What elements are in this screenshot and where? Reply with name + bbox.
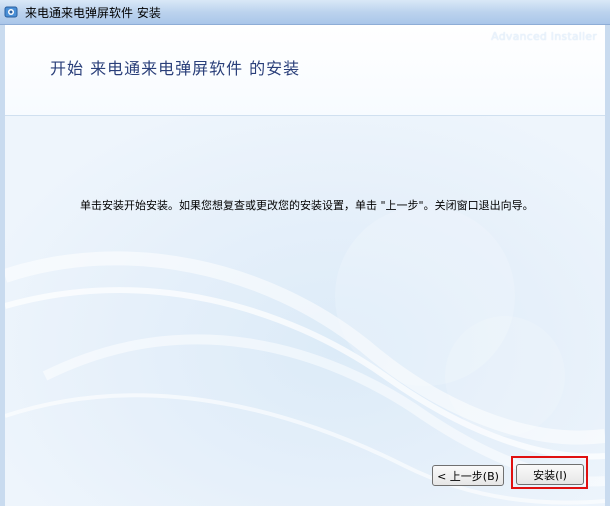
content-area: 单击安装开始安装。如果您想复查或更改您的安装设置，单击 "上一步"。关闭窗口退出… xyxy=(5,116,605,506)
header-banner: Advanced Installer 开始 来电通来电弹屏软件 的安装 xyxy=(5,25,605,116)
title-bar[interactable]: 来电通来电弹屏软件 安装 xyxy=(0,0,610,25)
installer-window: 来电通来电弹屏软件 安装 Advanced Installer 开始 来电通来电… xyxy=(0,0,610,506)
installer-app-icon xyxy=(4,4,20,20)
window-title: 来电通来电弹屏软件 安装 xyxy=(25,6,161,20)
instruction-text: 单击安装开始安装。如果您想复查或更改您的安装设置，单击 "上一步"。关闭窗口退出… xyxy=(80,199,534,212)
brand-watermark: Advanced Installer xyxy=(491,30,597,43)
window-right-border xyxy=(605,25,610,506)
back-button[interactable]: < 上一步(B) xyxy=(432,465,504,486)
page-title: 开始 来电通来电弹屏软件 的安装 xyxy=(50,59,301,78)
install-button-highlight xyxy=(511,456,588,489)
background-waves xyxy=(5,206,605,505)
